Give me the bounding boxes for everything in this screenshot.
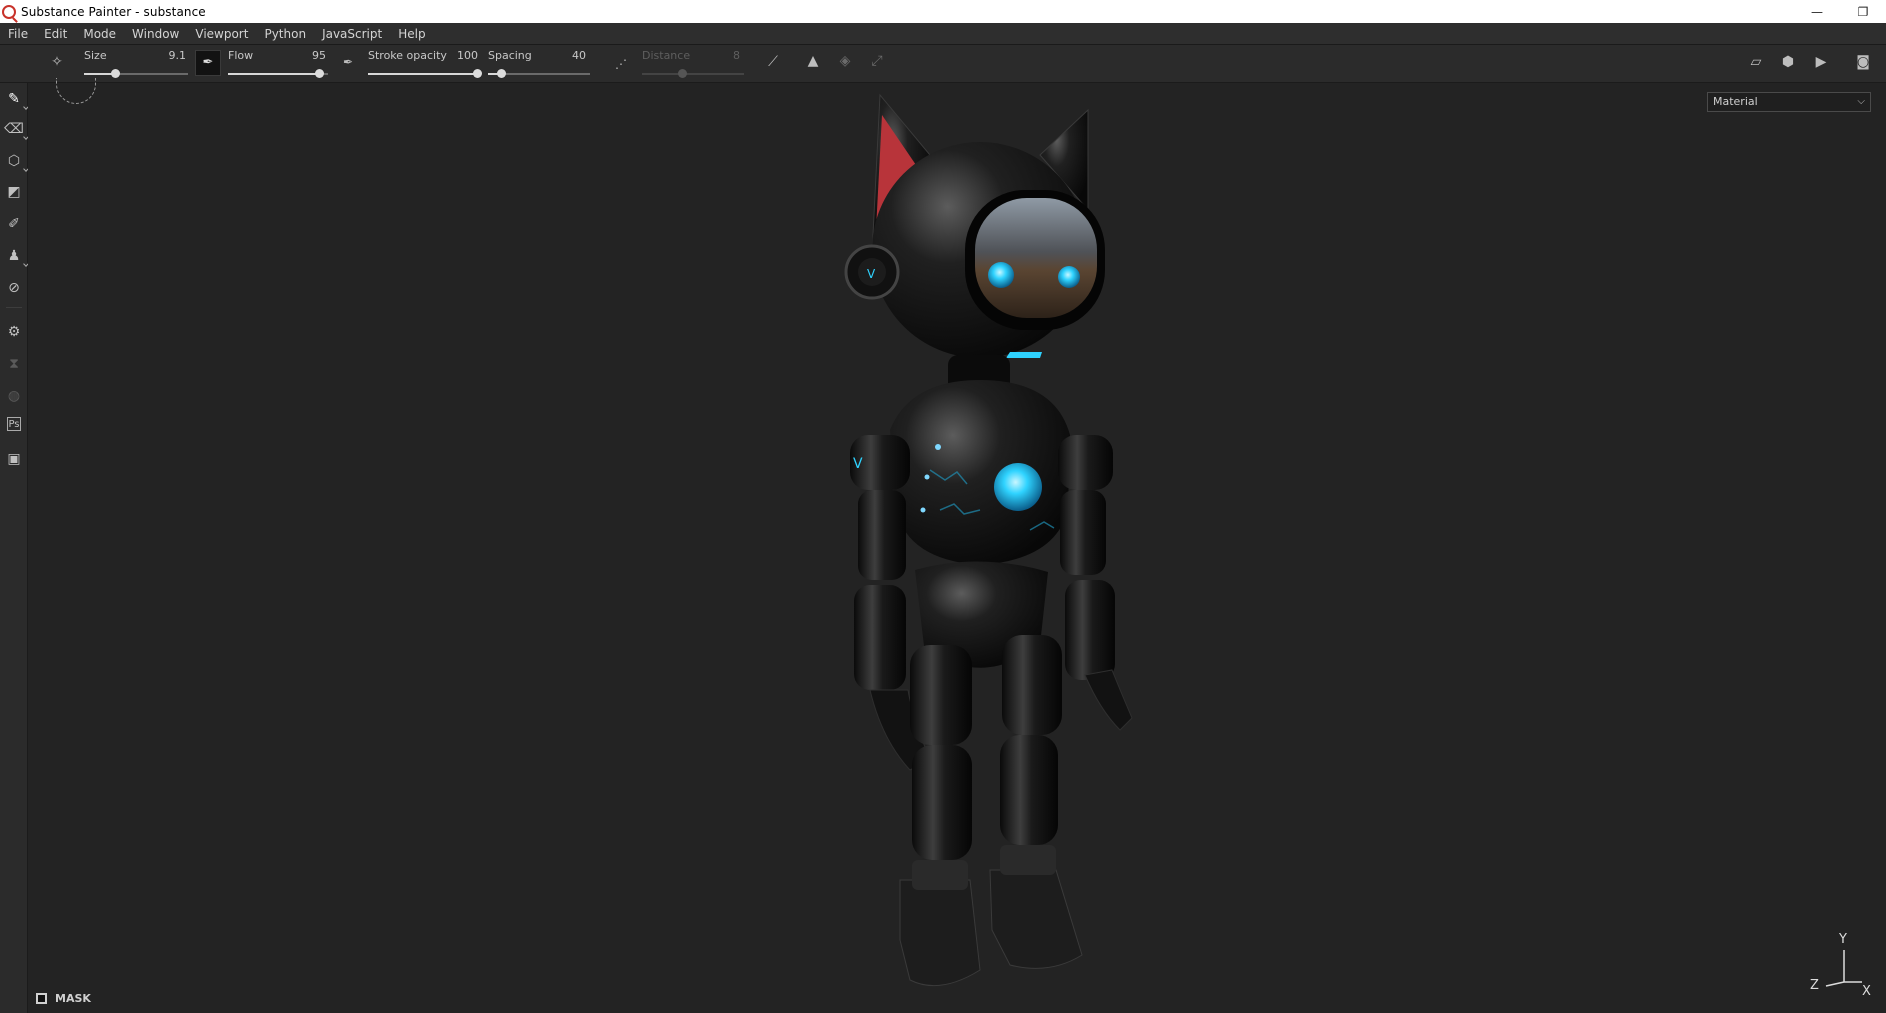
mask-label: MASK bbox=[55, 992, 91, 1005]
axis-y-label: Y bbox=[1839, 932, 1847, 947]
size-thumb[interactable] bbox=[111, 69, 120, 78]
window-title: Substance Painter - substance bbox=[21, 4, 206, 19]
spacing-thumb[interactable] bbox=[497, 69, 506, 78]
axis-gizmo: Y Z X bbox=[1806, 932, 1876, 1002]
flow-thumb[interactable] bbox=[315, 69, 324, 78]
export-icon[interactable]: ▣ bbox=[3, 448, 25, 470]
size-value[interactable]: 9.1 bbox=[150, 49, 187, 62]
pen-pressure-flow-icon[interactable]: ✒ bbox=[338, 52, 358, 72]
polygon-fill-icon[interactable]: ◩ bbox=[3, 181, 25, 203]
menu-help[interactable]: Help bbox=[390, 23, 433, 45]
display-mode-select[interactable]: Material ⌵ bbox=[1707, 92, 1871, 112]
viewport-3d-icon[interactable]: ⬢ bbox=[1777, 52, 1799, 72]
angle-icon[interactable]: ⟋ bbox=[762, 52, 784, 72]
svg-text:V: V bbox=[867, 267, 876, 281]
size-label: Size bbox=[84, 49, 107, 62]
display-mode-value: Material bbox=[1713, 95, 1758, 108]
hourglass-icon[interactable]: ⧗ bbox=[3, 353, 25, 375]
align-icon[interactable]: ⤢ bbox=[866, 51, 888, 71]
spacing-label: Spacing bbox=[488, 49, 532, 62]
brush-preset-icon[interactable]: ✧ bbox=[46, 52, 68, 72]
menu-file[interactable]: File bbox=[0, 23, 36, 45]
axis-x-label: X bbox=[1862, 984, 1871, 999]
viewport-2d-icon[interactable]: ▱ bbox=[1745, 52, 1767, 72]
lazy-mouse-icon[interactable]: ⋰ bbox=[610, 54, 632, 74]
distance-thumb[interactable] bbox=[678, 69, 687, 78]
spacing-value[interactable]: 40 bbox=[550, 49, 586, 62]
photoshop-icon[interactable]: Ps bbox=[7, 417, 21, 431]
title-bar: Substance Painter - substance — ❐ bbox=[0, 0, 1886, 23]
screenshot-icon[interactable]: ◙ bbox=[1852, 52, 1874, 72]
menu-viewport[interactable]: Viewport bbox=[187, 23, 256, 45]
menu-python[interactable]: Python bbox=[256, 23, 314, 45]
flow-label: Flow bbox=[228, 49, 254, 62]
pen-pressure-size-button[interactable]: ✒ bbox=[195, 50, 221, 76]
mask-toggle[interactable]: MASK bbox=[36, 992, 91, 1005]
substance-painter-logo-icon bbox=[2, 4, 16, 19]
symmetry-options-icon[interactable]: ◈ bbox=[834, 51, 856, 71]
stroke-opacity-value[interactable]: 100 bbox=[442, 49, 478, 62]
menu-mode[interactable]: Mode bbox=[75, 23, 124, 45]
svg-text:V: V bbox=[853, 456, 863, 472]
paint-brush-icon[interactable]: ✎ bbox=[3, 88, 29, 110]
robot-3d-model[interactable]: V V bbox=[820, 90, 1150, 1000]
stroke-opacity-fill bbox=[368, 73, 476, 75]
minimize-button[interactable]: — bbox=[1794, 0, 1840, 23]
menu-edit[interactable]: Edit bbox=[36, 23, 75, 45]
distance-track bbox=[642, 73, 744, 75]
iray-icon[interactable]: ◍ bbox=[3, 385, 25, 407]
smudge-icon[interactable]: ✐ bbox=[3, 213, 25, 235]
projection-icon[interactable]: ⬡ bbox=[3, 150, 29, 172]
left-toolbar: ✎ ⌫ ⬡ ◩ ✐ ♟ ⊘ ⚙ ⧗ ◍ Ps ▣ bbox=[0, 83, 29, 1013]
mask-checkbox[interactable] bbox=[36, 993, 47, 1004]
stroke-opacity-label: Stroke opacity bbox=[368, 49, 447, 62]
flow-value[interactable]: 95 bbox=[290, 49, 326, 62]
camera-icon[interactable]: ▶ bbox=[1810, 52, 1832, 72]
window-controls: — ❐ bbox=[1794, 0, 1886, 23]
color-picker-icon[interactable]: ⊘ bbox=[3, 277, 25, 299]
distance-label: Distance bbox=[642, 49, 691, 62]
tool-separator bbox=[6, 307, 22, 308]
menu-window[interactable]: Window bbox=[124, 23, 187, 45]
menu-javascript[interactable]: JavaScript bbox=[314, 23, 390, 45]
chevron-down-icon: ⌵ bbox=[1857, 96, 1865, 107]
symmetry-icon[interactable]: ▲ bbox=[802, 51, 824, 71]
tool-properties-bar: ✧ Size 9.1 ✒ Flow 95 ✒ Stroke opacity 10… bbox=[0, 45, 1886, 83]
eraser-icon[interactable]: ⌫ bbox=[3, 118, 29, 140]
restore-button[interactable]: ❐ bbox=[1840, 0, 1886, 23]
axis-z-label: Z bbox=[1810, 978, 1819, 993]
distance-value[interactable]: 8 bbox=[704, 49, 740, 62]
stroke-opacity-thumb[interactable] bbox=[473, 69, 482, 78]
menu-bar: File Edit Mode Window Viewport Python Ja… bbox=[0, 23, 1886, 45]
flow-fill bbox=[228, 73, 320, 75]
bake-icon[interactable]: ⚙ bbox=[3, 321, 25, 343]
clone-icon[interactable]: ♟ bbox=[3, 245, 29, 267]
